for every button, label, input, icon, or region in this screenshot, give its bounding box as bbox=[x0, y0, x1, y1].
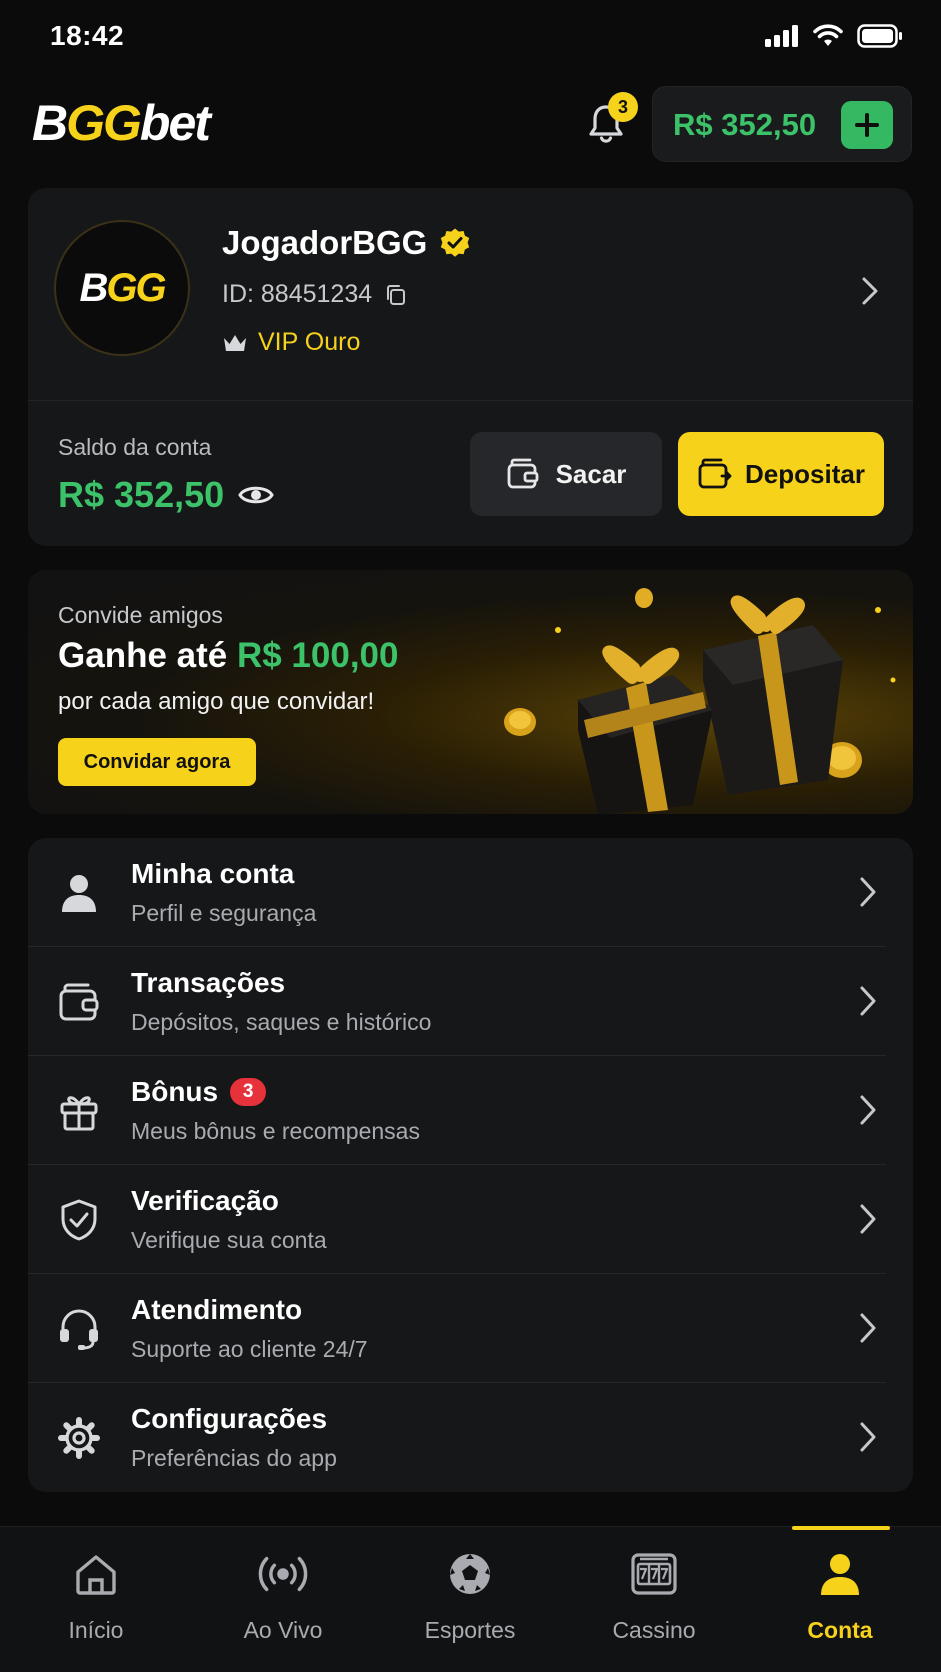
wallet-icon bbox=[56, 979, 102, 1025]
deposit-button[interactable]: Depositar bbox=[678, 432, 884, 516]
slot-machine-icon bbox=[629, 1549, 679, 1599]
username: JogadorBGG bbox=[222, 224, 471, 262]
balance-value: R$ 352,50 bbox=[58, 474, 274, 516]
avatar[interactable]: B GG bbox=[54, 220, 190, 356]
soccer-ball-icon bbox=[445, 1549, 495, 1599]
nav-tab-live[interactable]: Ao Vivo bbox=[189, 1527, 377, 1672]
menu-item-settings[interactable]: Configurações Preferências do app bbox=[28, 1383, 913, 1492]
nav-tab-casino[interactable]: Cassino bbox=[560, 1527, 748, 1672]
user-icon bbox=[56, 870, 102, 916]
header-balance-amount: R$ 352,50 bbox=[673, 107, 817, 142]
wallet-icon bbox=[507, 458, 538, 489]
header-balance[interactable]: R$ 352,50 bbox=[652, 86, 912, 162]
bottom-navigation: Início Ao Vivo Esportes Cassino Conta bbox=[0, 1526, 941, 1672]
promo-subtitle: Convide amigos bbox=[58, 602, 223, 628]
menu-item-verification[interactable]: Verificação Verifique sua conta bbox=[28, 1165, 913, 1274]
signal-icon bbox=[765, 25, 798, 47]
balance-label: Saldo da conta bbox=[58, 434, 212, 460]
live-icon bbox=[258, 1549, 308, 1599]
headset-icon bbox=[56, 1306, 102, 1352]
notification-badge: 3 bbox=[608, 92, 638, 122]
app-header: BGGbet 3 R$ 352,50 bbox=[0, 84, 941, 164]
account-menu: Minha conta Perfil e segurança Transaçõe… bbox=[28, 838, 913, 1492]
menu-item-transactions[interactable]: Transações Depósitos, saques e histórico bbox=[28, 947, 913, 1056]
nav-tab-home[interactable]: Início bbox=[2, 1527, 190, 1672]
chevron-right-icon bbox=[858, 1312, 878, 1349]
chevron-right-icon bbox=[858, 1203, 878, 1240]
copy-icon[interactable] bbox=[384, 283, 408, 307]
status-time: 18:42 bbox=[50, 20, 125, 51]
wifi-icon bbox=[813, 24, 843, 46]
chevron-right-icon bbox=[858, 876, 878, 913]
menu-item-my-account[interactable]: Minha conta Perfil e segurança bbox=[28, 838, 913, 947]
shield-check-icon bbox=[56, 1197, 102, 1243]
wallet-deposit-icon bbox=[698, 458, 732, 489]
verified-badge-icon bbox=[441, 228, 470, 257]
battery-icon bbox=[857, 24, 902, 48]
divider bbox=[28, 400, 913, 401]
invite-friends-banner[interactable]: Convide amigos Ganhe até R$ 100,00 por c… bbox=[28, 570, 913, 814]
invite-now-button[interactable]: Convidar agora bbox=[58, 738, 256, 786]
crown-icon bbox=[224, 334, 246, 351]
chevron-right-icon bbox=[858, 1421, 878, 1458]
withdraw-button[interactable]: Sacar bbox=[470, 432, 662, 516]
menu-item-bonus[interactable]: Bônus 3 Meus bônus e recompensas bbox=[28, 1056, 913, 1165]
nav-tab-account[interactable]: Conta bbox=[746, 1527, 934, 1672]
vip-level: VIP Ouro bbox=[222, 328, 360, 357]
menu-item-support[interactable]: Atendimento Suporte ao cliente 24/7 bbox=[28, 1274, 913, 1383]
bonus-count-badge: 3 bbox=[230, 1078, 267, 1106]
add-funds-button[interactable] bbox=[841, 101, 893, 149]
brand-logo[interactable]: BGGbet bbox=[32, 94, 211, 152]
plus-icon bbox=[855, 113, 879, 137]
chevron-right-icon bbox=[858, 985, 878, 1022]
user-icon bbox=[815, 1549, 865, 1599]
status-icons bbox=[765, 24, 903, 48]
nav-tab-sports[interactable]: Esportes bbox=[376, 1527, 564, 1672]
profile-chevron-icon[interactable] bbox=[860, 276, 880, 311]
user-id: ID: 88451234 bbox=[222, 280, 408, 309]
promo-title: Ganhe até R$ 100,00 bbox=[58, 636, 399, 675]
profile-card: B GG JogadorBGG ID: 88451234 VIP Ouro Sal… bbox=[28, 188, 913, 546]
gift-icon bbox=[56, 1088, 102, 1134]
eye-icon[interactable] bbox=[238, 482, 274, 508]
home-icon bbox=[71, 1549, 121, 1599]
promo-description: por cada amigo que convidar! bbox=[58, 688, 375, 715]
chevron-right-icon bbox=[858, 1094, 878, 1131]
gift-boxes-illustration bbox=[504, 588, 896, 814]
status-bar: 18:42 bbox=[0, 0, 941, 80]
gear-icon bbox=[56, 1415, 102, 1461]
